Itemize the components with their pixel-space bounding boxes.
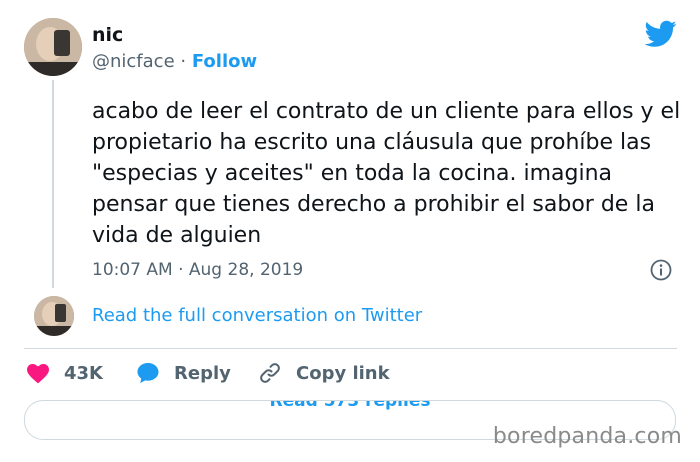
divider [24,348,677,349]
handle-separator: · [180,51,187,72]
heart-icon [27,364,49,384]
author-handle[interactable]: @nicface [92,51,175,72]
follow-button[interactable]: Follow [192,51,257,72]
twitter-bird-icon[interactable] [645,20,677,48]
read-full-conversation-link[interactable]: Read the full conversation on Twitter [92,305,422,326]
reply-button[interactable]: Reply [136,361,231,385]
reply-label: Reply [174,362,231,384]
author-avatar[interactable] [24,18,82,76]
author-name[interactable]: nic [92,24,123,46]
info-icon[interactable] [650,259,672,281]
thread-line [52,80,54,288]
author-handle-row: @nicface · Follow [92,51,257,72]
read-replies-label: Read 573 replies [269,400,431,411]
link-icon [260,363,280,383]
reply-avatar[interactable] [34,296,74,336]
avatar-photo [24,18,82,76]
like-count: 43K [64,362,103,384]
avatar-photo [34,296,74,336]
speech-bubble-icon [137,363,159,383]
watermark: boredpanda.com [492,424,682,449]
tweet-text: acabo de leer el contrato de un cliente … [92,99,681,248]
like-button[interactable]: 43K [26,361,103,385]
copy-link-label: Copy link [296,362,390,384]
copy-link-button[interactable]: Copy link [258,361,390,385]
tweet-timestamp[interactable]: 10:07 AM · Aug 28, 2019 [92,260,303,280]
